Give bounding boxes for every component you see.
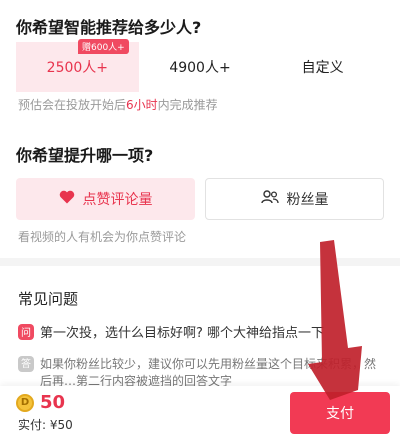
faq-answer: 答 如果你粉丝比较少，建议你可以先用粉丝量这个目标来积累，然后再…第二行内容被遮… [18,356,382,390]
audience-option-2500[interactable]: 赠600人+ 2500人+ [16,39,139,92]
coin-icon: D [16,393,34,412]
boost-option-label: 粉丝量 [286,192,329,208]
audience-hint: 预估会在投放开始后6小时内完成推荐 [18,96,218,113]
hint-suffix: 内完成推荐 [157,98,218,112]
faq-question[interactable]: 问 第一次投，选什么目标好啊? 哪个大神给指点一下 [18,322,324,341]
faq-answer-text: 如果你粉丝比较少，建议你可以先用粉丝量这个目标来积累，然后再…第二行内容被遮挡的… [40,357,377,388]
boost-option-followers[interactable]: 粉丝量 [205,178,384,220]
bonus-badge: 赠600人+ [78,39,129,54]
boost-option-label: 点赞评论量 [82,192,153,208]
answer-icon: 答 [18,356,34,372]
audience-option-label: 4900人+ [169,60,231,76]
paid-amount: 实付: ¥50 [18,418,73,432]
audience-option-label: 自定义 [301,60,344,76]
coin-value: 50 [40,392,66,413]
coin-amount: D 50 [16,392,65,413]
faq-title: 常见问题 [18,290,79,308]
boost-hint: 看视频的人有机会为你点赞评论 [18,230,187,244]
boost-options: 点赞评论量 粉丝量 [16,178,384,220]
hint-prefix: 预估会在投放开始后 [18,98,127,112]
audience-options: 赠600人+ 2500人+ 4900人+ 自定义 [16,39,385,92]
payment-bar: D 50 实付: ¥50 支付 [0,386,400,442]
pay-button[interactable]: 支付 [290,392,390,434]
heart-icon [59,190,75,208]
boost-section-title: 你希望提升哪一项? [16,146,154,165]
boost-option-likes-comments[interactable]: 点赞评论量 [16,178,195,220]
audience-option-label: 2500人+ [46,60,109,76]
audience-option-4900[interactable]: 4900人+ [138,42,262,92]
users-icon [260,190,279,208]
faq-question-text: 第一次投，选什么目标好啊? 哪个大神给指点一下 [40,326,325,341]
question-icon: 问 [18,323,34,340]
section-divider [0,258,400,266]
hint-highlight: 6小时 [126,98,158,112]
audience-section-title: 你希望智能推荐给多少人? [16,18,202,37]
audience-option-custom[interactable]: 自定义 [261,42,385,92]
